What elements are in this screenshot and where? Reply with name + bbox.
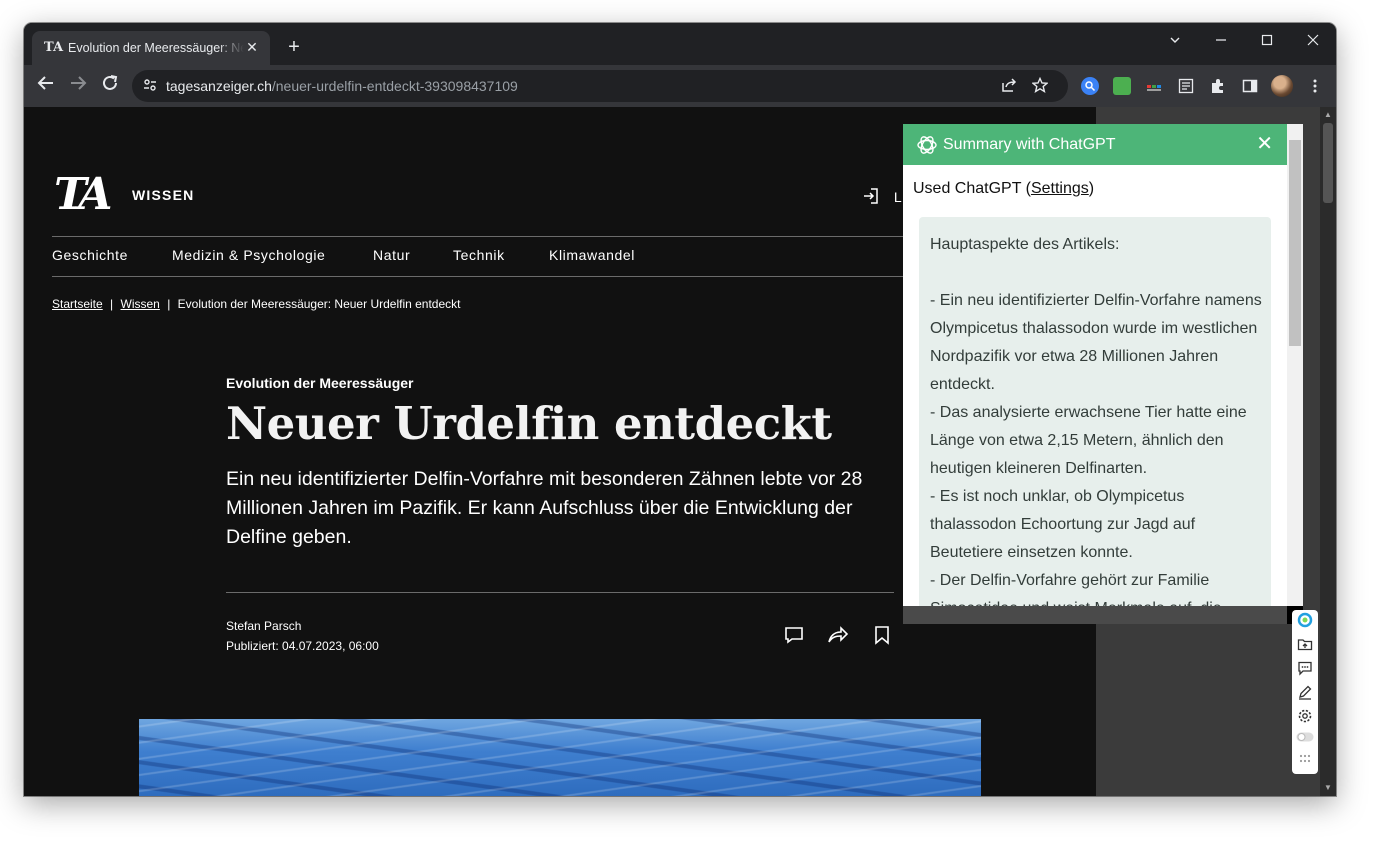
pen-icon[interactable] [1296,684,1314,702]
chat-bubble-icon[interactable] [1296,660,1314,678]
back-icon[interactable] [34,74,58,98]
nav-item-medizin[interactable]: Medizin & Psychologie [172,247,325,263]
maximize-icon[interactable] [1244,27,1290,55]
summary-text: Hauptaspekte des Artikels: - Ein neu ide… [930,231,1264,622]
article-lead: Ein neu identifizierter Delfin-Vorfahre … [226,468,863,548]
popup-horizontal-scrollbar[interactable] [903,606,1287,624]
page-scrollbar[interactable] [1320,107,1336,796]
toggle-switch-icon[interactable] [1296,730,1314,748]
hero-image-water [139,719,981,796]
side-panel-icon[interactable] [1241,77,1259,95]
browser-tab[interactable]: TA Evolution der Meeressäuger: Neuer Urd… [32,31,270,65]
browser-menu-icon[interactable] [1306,77,1324,95]
popup-close-icon[interactable]: ✕ [1256,134,1273,154]
forward-icon[interactable] [66,74,90,98]
site-info-icon[interactable] [142,78,158,94]
summary-heading: Hauptaspekte des Artikels: [930,236,1120,253]
article-published: Publiziert: 04.07.2023, 06:00 [226,639,379,653]
popup-header: Summary with ChatGPT ✕ [903,124,1287,165]
bookmark-star-icon[interactable] [1031,76,1049,95]
breadcrumb-separator: | [167,297,171,311]
breadcrumb-separator: | [110,297,114,311]
url-path: /neuer-urdelfin-entdeckt-393098437109 [271,78,518,94]
browser-toolbar: tagesanzeiger.ch/neuer-urdelfin-entdeckt… [24,65,1336,107]
login-button[interactable]: L [862,187,902,206]
tab-title: Evolution der Meeressäuger: Neuer Urdelf… [68,41,244,55]
chatgpt-logo-icon [917,136,937,154]
nav-divider-bottom [52,276,932,277]
nav-item-technik[interactable]: Technik [453,247,505,263]
title-bar: TA Evolution der Meeressäuger: Neuer Urd… [24,23,1336,65]
drag-handle-icon[interactable] [1296,752,1314,770]
share-article-icon[interactable] [826,625,850,649]
save-article-icon[interactable] [870,625,894,649]
nav-divider-top [52,236,932,237]
tab-search-icon[interactable] [1152,27,1198,55]
summary-point: - Es ist noch unklar, ob Olympicetus tha… [930,488,1196,561]
search-extension-icon[interactable] [1081,77,1099,95]
breadcrumb: Startseite | Wissen | Evolution der Meer… [52,297,461,311]
popup-title: Summary with ChatGPT [943,136,1116,153]
page-scrollbar-thumb[interactable] [1323,123,1333,203]
page-content: TA WISSEN L Geschichte Medizin & Psychol… [24,107,1336,796]
summary-box: Hauptaspekte des Artikels: - Ein neu ide… [919,217,1271,622]
url-text: tagesanzeiger.ch/neuer-urdelfin-entdeckt… [166,78,518,94]
nav-item-klimawandel[interactable]: Klimawandel [549,247,635,263]
extensions-puzzle-icon[interactable] [1209,77,1227,95]
breadcrumb-current: Evolution der Meeressäuger: Neuer Urdelf… [177,297,461,311]
article-author[interactable]: Stefan Parsch [226,619,301,633]
profile-avatar[interactable] [1271,75,1293,97]
tab-close-icon[interactable]: ✕ [244,39,260,55]
breadcrumb-section[interactable]: Wissen [121,297,160,311]
new-tab-button[interactable]: + [282,35,306,59]
nav-item-natur[interactable]: Natur [373,247,410,263]
nav-item-geschichte[interactable]: Geschichte [52,247,128,263]
floating-toolbar [1292,610,1318,774]
assistant-logo-icon[interactable] [1296,612,1314,630]
breadcrumb-home[interactable]: Startseite [52,297,103,311]
site-favicon-icon: TA [44,40,64,55]
popup-used-line: Used ChatGPT (Settings) [913,179,1094,199]
minimize-icon[interactable] [1198,27,1244,55]
summary-point: - Das analysierte erwachsene Tier hatte … [930,404,1247,477]
cls-extension-icon[interactable] [1145,77,1163,95]
upload-folder-icon[interactable] [1296,636,1314,654]
gear-icon[interactable] [1296,708,1314,726]
article-divider [226,592,894,593]
article-kicker: Evolution der Meeressäuger [226,375,414,391]
used-suffix: ) [1088,180,1095,197]
scroll-down-arrow-icon[interactable]: ▼ [1320,780,1336,796]
reload-icon[interactable] [98,74,122,98]
used-prefix: Used ChatGPT ( [913,180,1031,197]
popup-scrollbar-thumb[interactable] [1289,140,1301,346]
browser-window: TA Evolution der Meeressäuger: Neuer Urd… [24,23,1336,796]
comment-icon[interactable] [782,625,806,649]
site-logo[interactable]: TA [54,171,113,219]
address-bar[interactable]: tagesanzeiger.ch/neuer-urdelfin-entdeckt… [132,70,1068,102]
article-headline: Neuer Urdelfin entdeckt [226,397,832,450]
summary-point: - Ein neu identifizierter Delfin-Vorfahr… [930,292,1262,393]
share-icon[interactable] [1000,77,1018,95]
chatgpt-summary-popup: Summary with ChatGPT ✕ Used ChatGPT (Set… [903,124,1287,622]
login-label: L [893,189,902,205]
close-window-icon[interactable] [1290,27,1336,55]
scroll-up-arrow-icon[interactable]: ▲ [1320,107,1336,123]
green-extension-icon[interactable] [1113,77,1131,95]
reader-extension-icon[interactable] [1177,77,1195,95]
settings-link[interactable]: Settings [1031,180,1089,197]
url-host: tagesanzeiger.ch [166,78,272,94]
section-title[interactable]: WISSEN [132,187,194,203]
